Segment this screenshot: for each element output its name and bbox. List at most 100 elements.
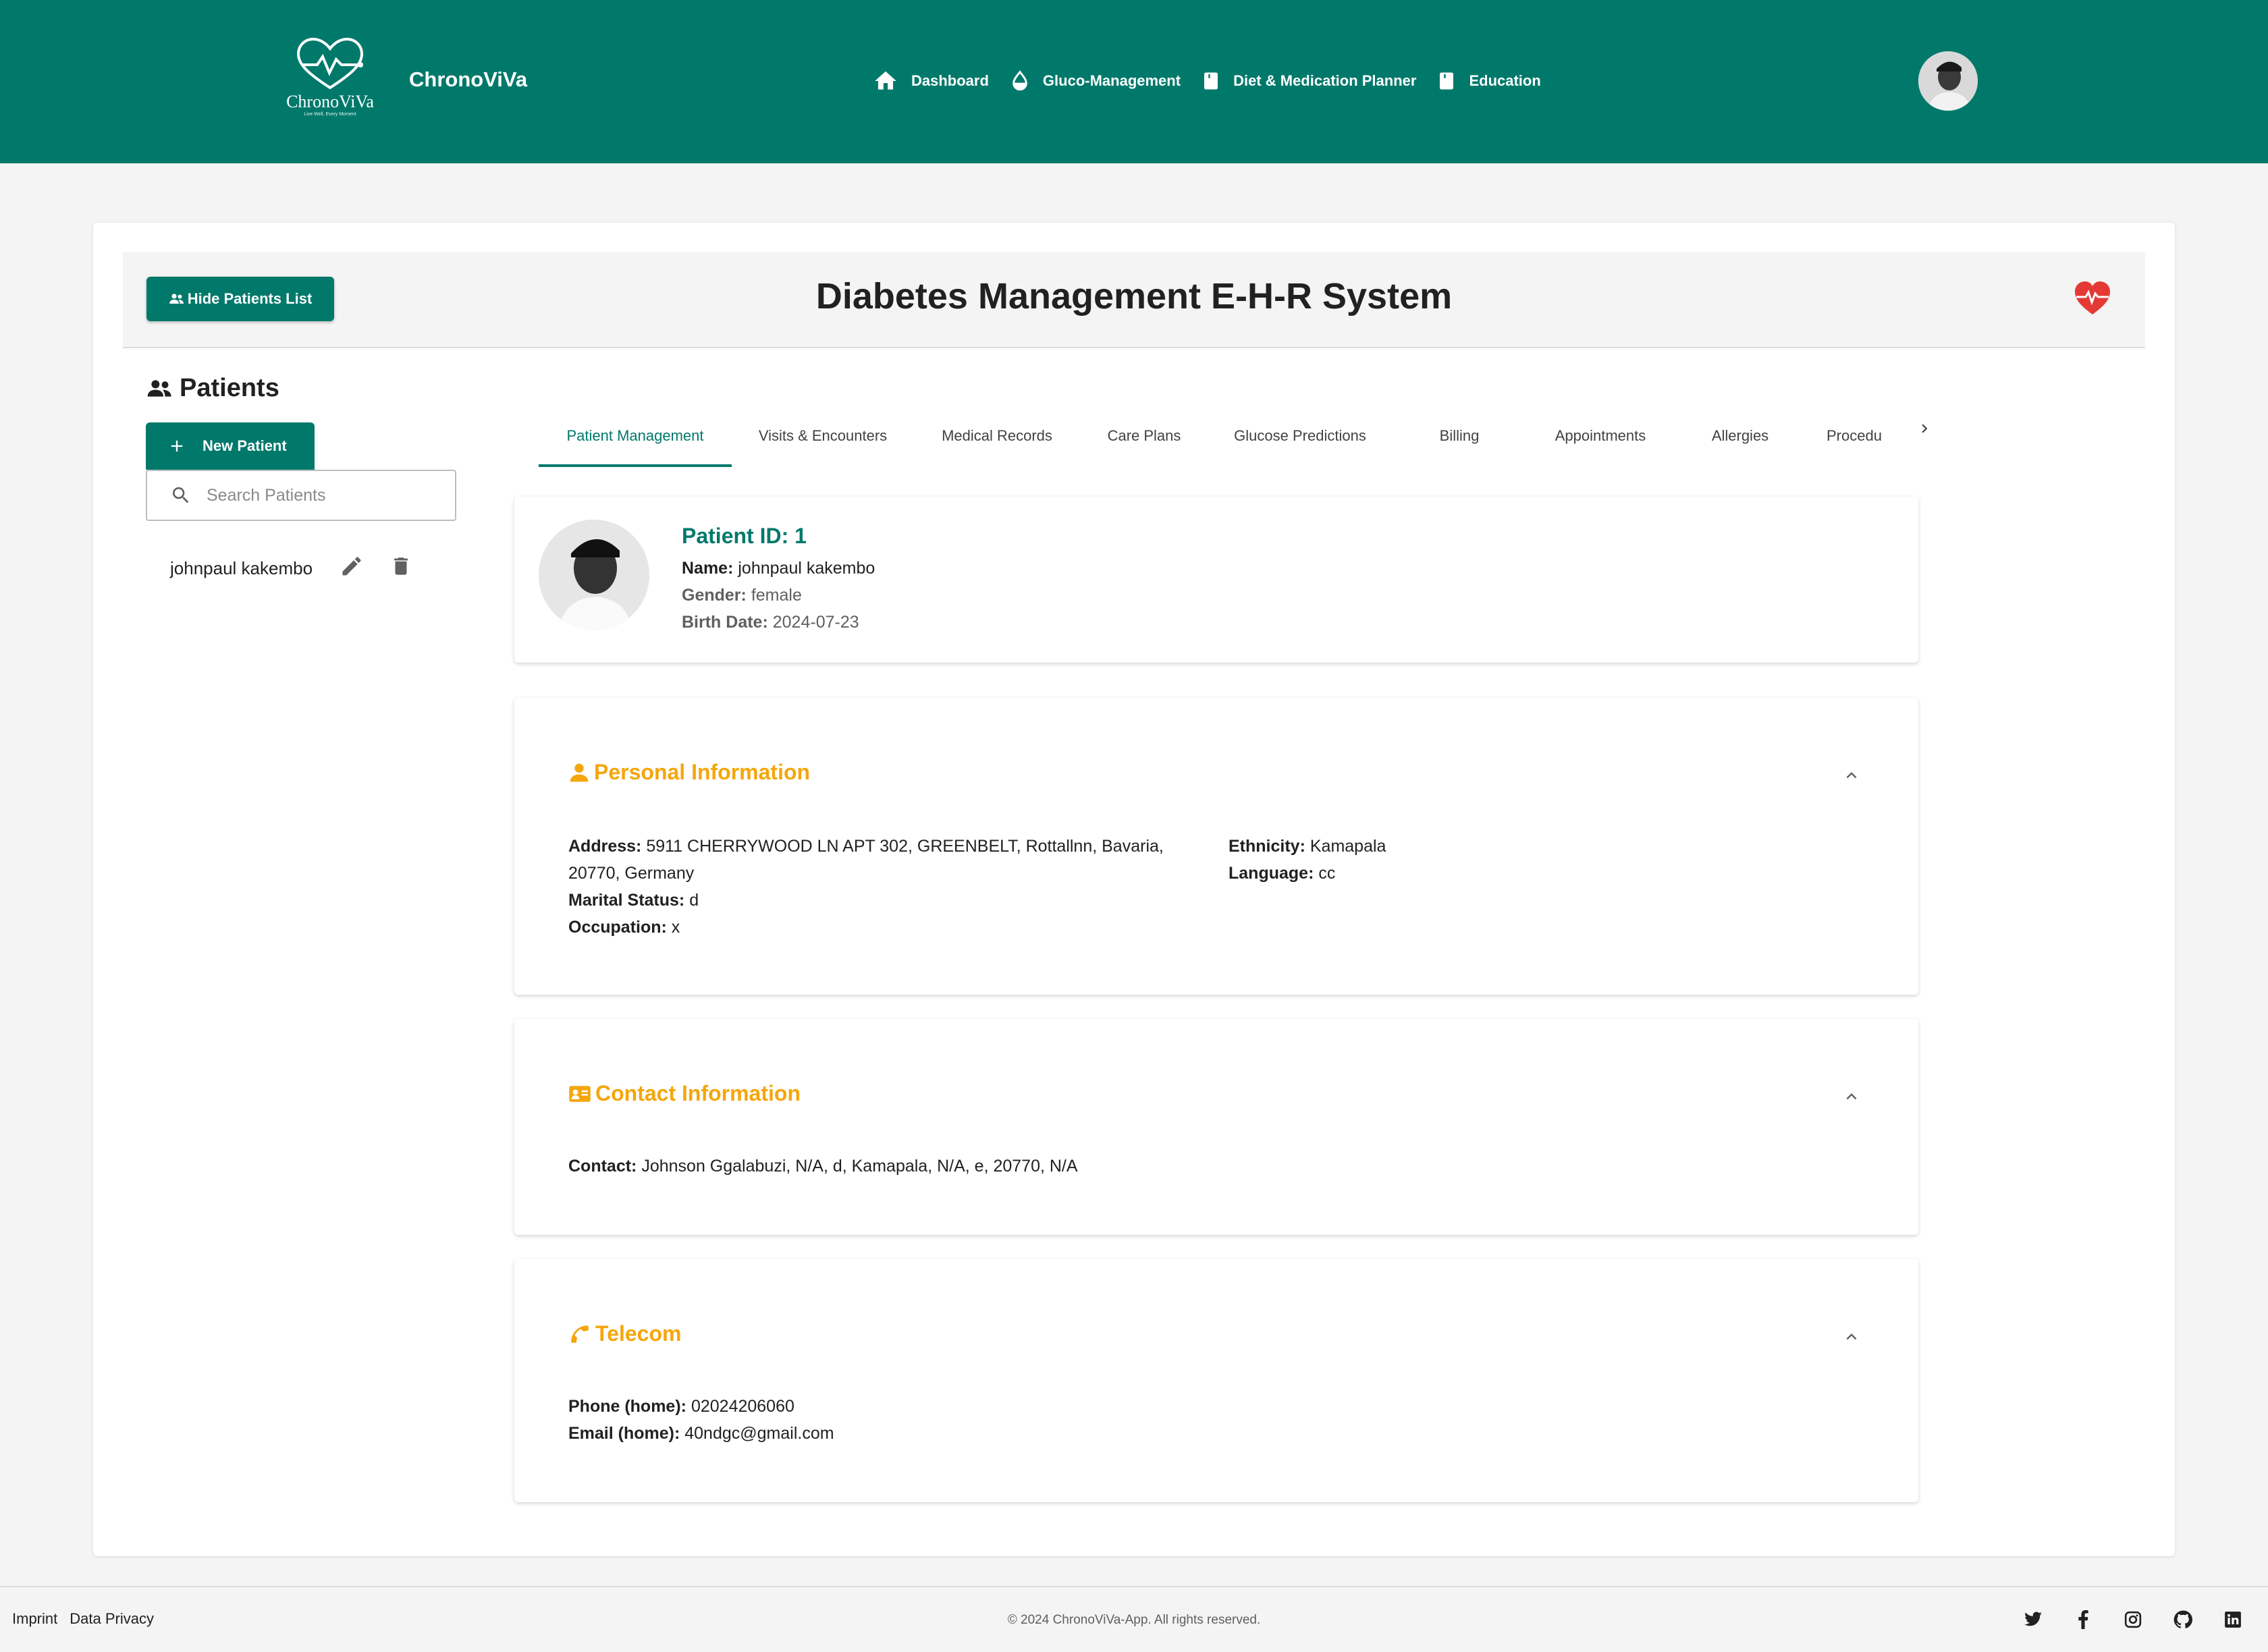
droplet-icon [1013, 70, 1027, 91]
edit-patient-button[interactable] [340, 554, 364, 583]
personal-information-header[interactable]: Personal Information [568, 760, 810, 785]
home-icon [875, 71, 896, 90]
instagram-link[interactable] [2122, 1609, 2144, 1630]
occupation-line: Occupation: x [568, 914, 1164, 941]
patient-birthdate-line: Birth Date: 2024-07-23 [682, 613, 859, 632]
personal-information-section: Personal Information Address: 5911 CHERR… [514, 698, 1918, 995]
tab-allergies[interactable]: Allergies [1674, 405, 1806, 467]
patient-photo [539, 520, 649, 630]
phone-icon [571, 1325, 589, 1343]
address-value: 5911 CHERRYWOOD LN APT 302, GREENBELT, R… [646, 837, 1164, 856]
tab-billing[interactable]: Billing [1392, 405, 1527, 467]
heart-pulse-logo-icon [296, 37, 364, 90]
heartbeat-icon [2075, 281, 2110, 314]
search-patients-field[interactable] [146, 470, 456, 521]
contact-value: Johnson Ggalabuzi, N/A, d, Kamapala, N/A… [641, 1157, 1078, 1176]
chevron-up-icon[interactable] [1841, 1327, 1862, 1347]
copyright: © 2024 ChronoViVa-App. All rights reserv… [1007, 1613, 1261, 1627]
book-icon [1440, 72, 1454, 90]
facebook-link[interactable] [2072, 1609, 2094, 1630]
main-nav: Dashboard Gluco-Management Diet & Medica… [872, 66, 1561, 96]
phone-value[interactable]: 02024206060 [691, 1397, 794, 1416]
contact-information-section: Contact Information Contact: Johnson Gga… [514, 1019, 1918, 1235]
new-patient-button[interactable]: New Patient [146, 422, 315, 470]
tab-appointments[interactable]: Appointments [1527, 405, 1674, 467]
nav-label: Dashboard [911, 72, 989, 89]
search-input[interactable] [207, 485, 436, 505]
twitter-link[interactable] [2022, 1609, 2044, 1630]
patient-avatar-icon [539, 520, 649, 630]
address-line-2: 20770, Germany [568, 864, 695, 883]
occupation-label: Occupation: [568, 918, 667, 937]
plus-icon [171, 440, 183, 452]
name-label: Name: [682, 559, 734, 578]
nav-label: Diet & Medication Planner [1233, 72, 1417, 89]
logo-tagline: Live Well, Every Moment [304, 112, 356, 117]
personal-information-title: Personal Information [594, 760, 811, 784]
instagram-icon [2124, 1611, 2142, 1628]
patient-birthdate: 2024-07-23 [772, 613, 859, 632]
nav-education[interactable]: Education [1436, 68, 1541, 94]
nav-label: Education [1469, 72, 1541, 89]
tab-care-plans[interactable]: Care Plans [1080, 405, 1208, 467]
brand-name[interactable]: ChronoViVa [409, 67, 527, 92]
top-app-bar: ChronoViVa Live Well, Every Moment Chron… [0, 0, 2268, 163]
user-avatar[interactable] [1918, 51, 1978, 111]
nav-dashboard[interactable]: Dashboard [872, 68, 989, 94]
email-line: Email (home): 40ndgc@gmail.com [568, 1420, 834, 1447]
birthdate-label: Birth Date: [682, 613, 768, 632]
telecom-title: Telecom [595, 1321, 682, 1346]
linkedin-link[interactable] [2222, 1609, 2244, 1630]
tab-procedures[interactable]: Procedu [1806, 405, 1893, 467]
address-label: Address: [568, 837, 642, 856]
ethnicity-value: Kamapala [1310, 837, 1386, 856]
contact-information-header[interactable]: Contact Information [568, 1081, 801, 1106]
page-title: Diabetes Management E-H-R System [815, 276, 1453, 316]
personal-right-column: Ethnicity: Kamapala Language: cc [1228, 833, 1386, 887]
social-links [2022, 1609, 2268, 1630]
language-line: Language: cc [1228, 860, 1386, 887]
telecom-header[interactable]: Telecom [568, 1321, 681, 1346]
nav-diet-medication-planner[interactable]: Diet & Medication Planner [1201, 68, 1416, 94]
app-logo[interactable]: ChronoViVa Live Well, Every Moment [282, 35, 378, 119]
chevron-right-icon[interactable] [1916, 420, 1933, 437]
trash-icon [394, 557, 408, 575]
users-icon [147, 379, 171, 397]
marital-label: Marital Status: [568, 891, 685, 910]
github-link[interactable] [2172, 1609, 2194, 1630]
ethnicity-line: Ethnicity: Kamapala [1228, 833, 1386, 860]
occupation-value: x [671, 918, 680, 937]
tab-glucose-predictions[interactable]: Glucose Predictions [1208, 405, 1392, 467]
patient-list-name[interactable]: johnpaul kakembo [170, 558, 313, 579]
marital-value: d [689, 891, 699, 910]
chevron-up-icon[interactable] [1841, 1086, 1862, 1107]
github-icon [2174, 1610, 2192, 1628]
patients-heading: Patients [146, 374, 279, 403]
search-icon [173, 487, 189, 503]
patient-gender-line: Gender: female [682, 586, 802, 605]
marital-status-line: Marital Status: d [568, 887, 1164, 914]
telecom-section: Telecom Phone (home): 02024206060 Email … [514, 1259, 1918, 1502]
tab-medical-records[interactable]: Medical Records [914, 405, 1080, 467]
phone-line: Phone (home): 02024206060 [568, 1393, 834, 1420]
nav-gluco-management[interactable]: Gluco-Management [1009, 68, 1181, 94]
tab-patient-management[interactable]: Patient Management [539, 405, 732, 467]
patient-id: Patient ID: 1 [682, 524, 807, 548]
patient-list-item[interactable]: johnpaul kakembo [170, 553, 412, 583]
linkedin-icon [2225, 1612, 2241, 1628]
email-value[interactable]: 40ndgc@gmail.com [684, 1424, 834, 1443]
chevron-up-icon[interactable] [1841, 765, 1862, 786]
delete-patient-button[interactable] [389, 554, 412, 583]
contact-information-title: Contact Information [595, 1081, 801, 1105]
patients-heading-label: Patients [180, 374, 279, 402]
nav-label: Gluco-Management [1042, 72, 1181, 89]
person-icon [570, 763, 589, 781]
ethnicity-label: Ethnicity: [1228, 837, 1305, 856]
telecom-lines: Phone (home): 02024206060 Email (home): … [568, 1393, 834, 1447]
personal-left-column: Address: 5911 CHERRYWOOD LN APT 302, GRE… [568, 833, 1164, 941]
gender-label: Gender: [682, 586, 747, 605]
patient-name: johnpaul kakembo [738, 559, 875, 578]
contact-card-icon [569, 1085, 591, 1102]
tab-visits-encounters[interactable]: Visits & Encounters [732, 405, 914, 467]
contact-line: Contact: Johnson Ggalabuzi, N/A, d, Kama… [568, 1153, 1078, 1180]
